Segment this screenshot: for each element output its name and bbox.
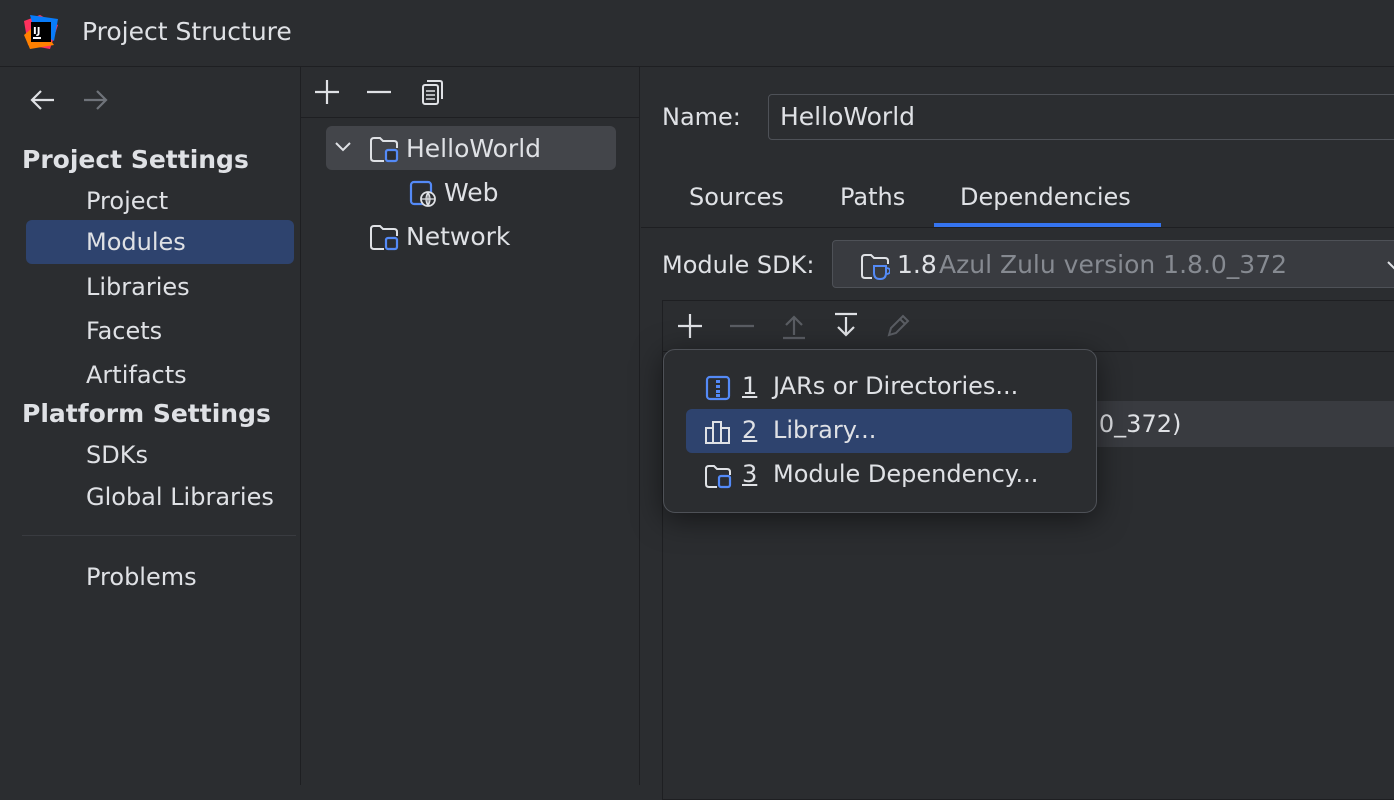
sdk-version: 1.8 bbox=[897, 250, 937, 279]
nav-item-artifacts[interactable]: Artifacts bbox=[26, 353, 294, 397]
nav-item-label: Libraries bbox=[86, 273, 190, 301]
menu-item-jars-or-directories[interactable]: 1 JARs or Directories... bbox=[686, 365, 1072, 409]
menu-item-number: 2 bbox=[742, 416, 758, 444]
remove-icon[interactable] bbox=[727, 311, 757, 341]
module-folder-icon bbox=[705, 465, 732, 489]
tree-item-label: Network bbox=[406, 222, 511, 251]
add-icon[interactable] bbox=[312, 77, 342, 107]
window-title: Project Structure bbox=[82, 17, 292, 46]
nav-item-modules[interactable]: Modules bbox=[26, 220, 294, 264]
name-label: Name: bbox=[662, 103, 741, 131]
project-settings-header: Project Settings bbox=[22, 145, 249, 174]
nav-item-label: Global Libraries bbox=[86, 483, 274, 511]
nav-item-problems[interactable]: Problems bbox=[26, 555, 294, 599]
menu-item-library[interactable]: 2 Library... bbox=[686, 409, 1072, 453]
remove-icon[interactable] bbox=[364, 77, 394, 107]
jdk-folder-icon bbox=[861, 254, 890, 281]
menu-item-number: 1 bbox=[742, 372, 758, 400]
nav-item-global-libraries[interactable]: Global Libraries bbox=[26, 475, 294, 519]
library-icon bbox=[705, 421, 730, 444]
sidebar-divider bbox=[22, 535, 296, 536]
tab-paths[interactable]: Paths bbox=[840, 183, 905, 211]
dependencies-toolbar bbox=[663, 301, 1394, 352]
module-tree-toolbar bbox=[301, 67, 639, 118]
jar-directory-icon bbox=[705, 375, 731, 401]
module-tree-panel: HelloWorld Web Network bbox=[301, 67, 640, 785]
forward-arrow-icon[interactable] bbox=[80, 87, 110, 113]
nav-item-label: Problems bbox=[86, 563, 197, 591]
tree-item-network[interactable]: Network bbox=[326, 214, 616, 258]
menu-item-module-dependency[interactable]: 3 Module Dependency... bbox=[686, 453, 1072, 497]
nav-item-label: Project bbox=[86, 187, 169, 215]
title-bar: IJ Project Structure bbox=[0, 0, 1394, 67]
platform-settings-header: Platform Settings bbox=[22, 399, 271, 428]
module-folder-icon bbox=[370, 137, 399, 163]
intellij-logo-icon: IJ bbox=[24, 15, 58, 49]
nav-item-label: Facets bbox=[86, 317, 163, 345]
menu-item-label: Module Dependency... bbox=[773, 460, 1039, 488]
tab-sources[interactable]: Sources bbox=[689, 183, 784, 211]
nav-item-sdks[interactable]: SDKs bbox=[26, 433, 294, 477]
svg-text:IJ: IJ bbox=[33, 26, 40, 37]
tree-item-helloworld[interactable]: HelloWorld bbox=[326, 126, 616, 170]
nav-item-label: SDKs bbox=[86, 441, 148, 469]
sdk-detail: Azul Zulu version 1.8.0_372 bbox=[939, 250, 1288, 279]
tab-dependencies[interactable]: Dependencies bbox=[960, 183, 1131, 211]
move-up-icon[interactable] bbox=[779, 311, 809, 341]
menu-item-number: 3 bbox=[742, 460, 758, 488]
menu-item-label: Library... bbox=[773, 416, 877, 444]
nav-item-facets[interactable]: Facets bbox=[26, 309, 294, 353]
edit-icon[interactable] bbox=[883, 311, 913, 341]
nav-item-label: Modules bbox=[86, 228, 186, 256]
module-sdk-label: Module SDK: bbox=[662, 251, 815, 279]
tree-item-label: HelloWorld bbox=[406, 134, 542, 163]
back-arrow-icon[interactable] bbox=[28, 87, 58, 113]
add-icon[interactable] bbox=[675, 311, 705, 341]
add-dependency-popup: 1 JARs or Directories... 2 Library... 3 … bbox=[663, 349, 1097, 513]
tabs-divider bbox=[641, 227, 1394, 228]
move-down-icon[interactable] bbox=[831, 311, 861, 341]
chevron-down-icon[interactable] bbox=[334, 140, 352, 154]
nav-item-libraries[interactable]: Libraries bbox=[26, 265, 294, 309]
module-sdk-dropdown[interactable]: 1.8 Azul Zulu version 1.8.0_372 bbox=[832, 240, 1394, 288]
module-folder-icon bbox=[370, 225, 399, 251]
module-name-input[interactable]: HelloWorld bbox=[768, 94, 1394, 140]
web-facet-icon bbox=[409, 180, 436, 207]
nav-item-label: Artifacts bbox=[86, 361, 187, 389]
tree-item-web[interactable]: Web bbox=[326, 170, 616, 214]
copy-icon[interactable] bbox=[416, 77, 446, 107]
chevron-down-icon bbox=[1387, 261, 1394, 270]
menu-item-label: JARs or Directories... bbox=[773, 372, 1019, 400]
settings-sidebar: Project Settings Project Modules Librari… bbox=[0, 67, 301, 785]
module-name-value: HelloWorld bbox=[780, 102, 916, 131]
tree-item-label: Web bbox=[444, 178, 499, 207]
nav-item-project[interactable]: Project bbox=[26, 179, 294, 223]
